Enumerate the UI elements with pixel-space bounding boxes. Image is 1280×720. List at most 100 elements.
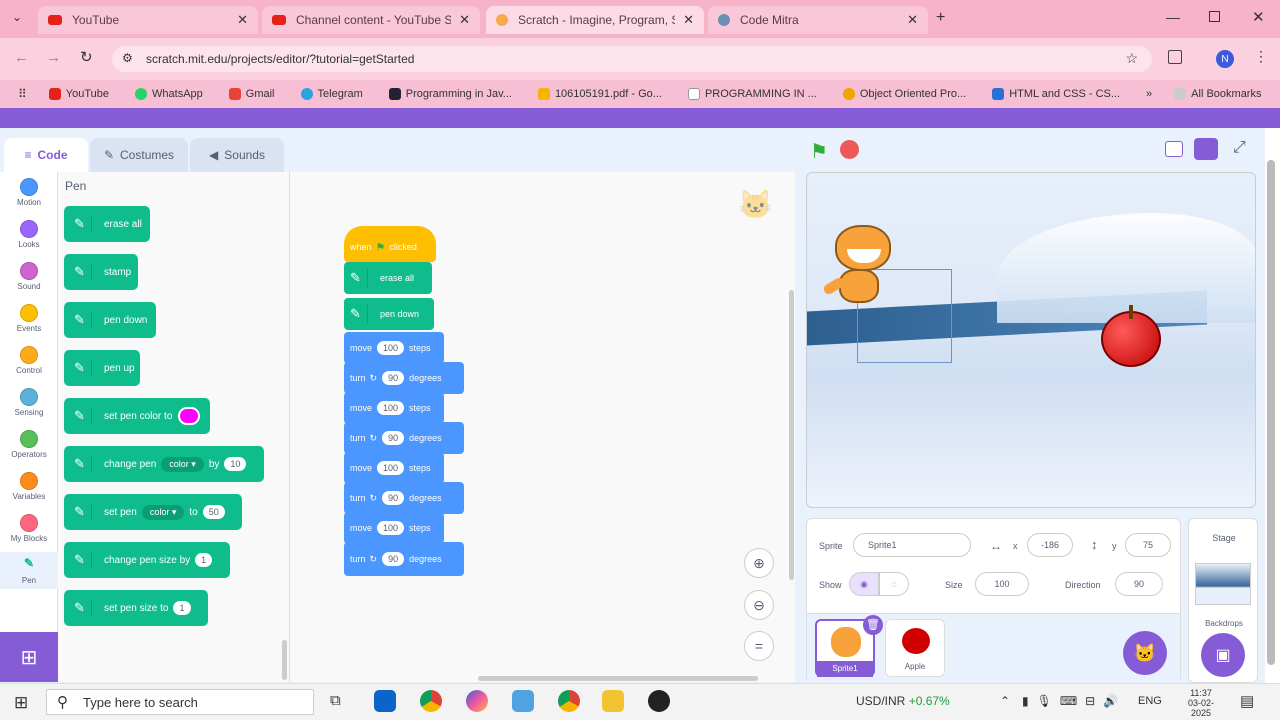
page-scrollbar[interactable] [1267,160,1275,665]
close-icon[interactable]: ✕ [237,12,248,28]
change-pen-value[interactable]: 10 [224,457,247,471]
tab-scratch[interactable]: Scratch - Imagine, Program, Sh... ✕ [486,6,704,34]
file-explorer-icon[interactable] [602,690,624,712]
outlook-icon[interactable] [374,690,396,712]
block-set-pen-color[interactable]: ✎ set pen color to [64,398,210,434]
chrome-profile-icon[interactable] [558,690,580,712]
new-tab-plus-icon[interactable]: + [936,9,945,27]
category-events[interactable]: Events [0,304,58,333]
script-turn-4[interactable]: turn ↻ 90 degrees [344,542,464,576]
restore-icon[interactable] [1209,11,1220,22]
backdrop-thumbnail[interactable] [1195,563,1251,605]
show-hidden-button[interactable]: ◌ [879,572,909,596]
tab-sounds[interactable]: ◀ Sounds [190,138,284,172]
category-variables[interactable]: Variables [0,472,58,501]
profile-avatar[interactable]: N [1216,50,1234,68]
forward-icon[interactable]: → [46,49,61,66]
category-sensing[interactable]: Sensing [0,388,58,417]
bookmark-programming-java[interactable]: Programming in Jav... [388,88,512,100]
size-input[interactable]: 100 [975,572,1029,596]
stock-ticker[interactable]: USD/INR +0.67% [856,694,950,708]
script-move-1[interactable]: move 100 steps [344,332,444,364]
tab-code[interactable]: ≡ Code [4,138,88,172]
close-icon[interactable]: ✕ [459,12,470,28]
tab-search-icon[interactable]: ⌄ [12,10,22,24]
change-pen-dropdown[interactable]: color ▾ [161,456,204,472]
block-pen-down[interactable]: ✎ pen down [64,302,156,338]
bookmark-star-icon[interactable]: ☆ [1125,50,1138,67]
block-pen-up[interactable]: ✎ pen up [64,350,140,386]
all-bookmarks[interactable]: All Bookmarks [1174,88,1261,100]
tab-youtube[interactable]: YouTube ✕ [38,6,258,34]
language-indicator[interactable]: ENG [1138,695,1162,707]
category-my-blocks[interactable]: My Blocks [0,514,58,543]
set-size-value[interactable]: 1 [173,601,191,615]
vertical-scrollbar[interactable] [789,290,794,580]
category-looks[interactable]: Looks [0,220,58,249]
add-extension-button[interactable]: ⊞ [0,632,58,682]
category-operators[interactable]: Operators [0,430,58,459]
bookmarks-overflow-icon[interactable]: » [1146,88,1152,100]
tab-costumes[interactable]: ✎ Costumes [90,138,188,172]
category-control[interactable]: Control [0,346,58,375]
windows-start-icon[interactable]: ⊞ [14,693,28,713]
zoom-out-button[interactable]: ⊖ [744,590,774,620]
direction-input[interactable]: 90 [1115,572,1163,596]
bookmark-gmail[interactable]: Gmail [228,88,275,100]
stage-canvas[interactable] [806,172,1256,508]
show-visible-button[interactable]: ◉ [849,572,879,596]
choose-backdrop-button[interactable]: ▣ [1201,633,1245,677]
small-stage-icon[interactable] [1165,141,1183,157]
bookmark-oop[interactable]: Object Oriented Pro... [842,88,966,100]
close-icon[interactable]: ✕ [907,12,918,28]
script-move-3[interactable]: move 100 steps [344,452,444,484]
sprite-tile-apple[interactable]: Apple [885,619,945,677]
bookmark-whatsapp[interactable]: WhatsApp [135,88,203,100]
apps-grid-icon[interactable]: ⠿ [18,87,27,101]
app-icon[interactable] [648,690,670,712]
y-position-input[interactable]: 75 [1125,533,1171,557]
script-pen-down[interactable]: ✎ pen down [344,298,434,330]
set-pen-dropdown[interactable]: color ▾ [141,504,185,520]
close-icon[interactable]: ✕ [683,12,694,28]
site-info-icon[interactable]: ⚙ [122,51,133,65]
apple-sprite[interactable] [1101,311,1161,367]
window-close-icon[interactable]: ✕ [1252,8,1265,26]
change-size-value[interactable]: 1 [195,553,213,567]
bookmark-html-css[interactable]: HTML and CSS - CS... [992,88,1120,100]
delete-sprite-button[interactable]: 🗑 [863,615,883,635]
horizontal-scrollbar[interactable] [478,676,758,681]
menu-kebab-icon[interactable]: ⋮ [1254,48,1268,65]
bookmark-programming-in[interactable]: PROGRAMMING IN ... [687,88,817,100]
taskbar-search-box[interactable]: ⚲ Type here to search [46,689,314,715]
choose-sprite-button[interactable]: 🐱 [1123,631,1167,675]
bookmark-youtube[interactable]: YouTube [48,88,109,100]
notifications-icon[interactable]: ▤ [1240,692,1254,710]
script-move-2[interactable]: move 100 steps [344,392,444,424]
remote-desktop-icon[interactable] [512,690,534,712]
bookmark-telegram[interactable]: Telegram [300,88,363,100]
x-position-input[interactable]: -186 [1027,533,1073,557]
set-pen-value[interactable]: 50 [202,505,225,519]
category-motion[interactable]: Motion [0,178,58,207]
palette-scrollbar[interactable] [282,640,287,680]
task-view-icon[interactable]: ⧉ [330,692,341,709]
copilot-icon[interactable] [466,690,488,712]
green-flag-icon[interactable]: ⚑ [810,139,828,164]
block-set-pen[interactable]: ✎ set pen color ▾ to 50 [64,494,242,530]
pen-color-swatch[interactable] [178,407,201,425]
zoom-reset-button[interactable]: = [744,631,774,661]
block-change-pen[interactable]: ✎ change pen color ▾ by 10 [64,446,264,482]
tab-channel-content[interactable]: Channel content - YouTube St... ✕ [262,6,480,34]
stop-icon[interactable] [840,140,859,159]
script-turn-1[interactable]: turn ↻ 90 degrees [344,362,464,394]
chrome-icon[interactable] [420,690,442,712]
block-stamp[interactable]: ✎ stamp [64,254,138,290]
reload-icon[interactable]: ↻ [80,48,93,66]
block-erase-all[interactable]: ✎ erase all [64,206,150,242]
extensions-icon[interactable] [1168,50,1182,64]
category-pen[interactable]: ✎ Pen [0,552,58,589]
minimize-icon[interactable]: — [1166,9,1180,25]
script-turn-3[interactable]: turn ↻ 90 degrees [344,482,464,514]
clock[interactable]: 11:37 03-02-2025 [1178,688,1224,718]
